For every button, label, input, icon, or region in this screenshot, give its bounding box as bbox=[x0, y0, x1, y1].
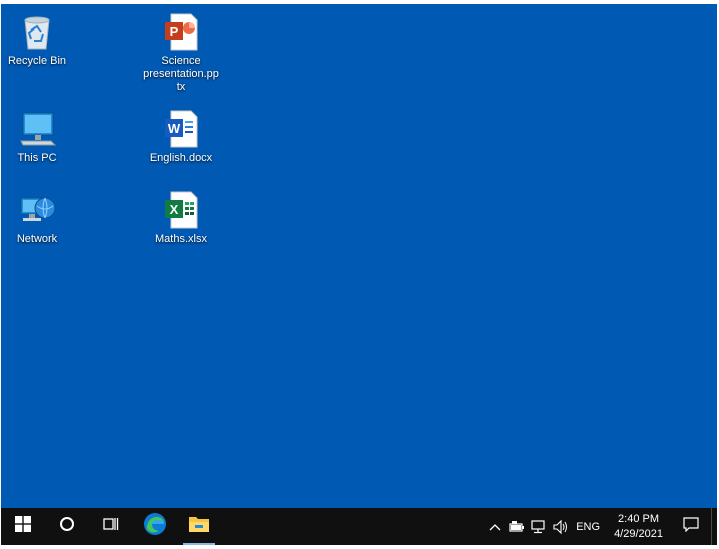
excel-file-icon: X bbox=[161, 190, 201, 230]
volume-icon[interactable] bbox=[550, 508, 572, 545]
desktop-icon-recycle-bin[interactable]: Recycle Bin bbox=[1, 12, 75, 68]
file-explorer-icon bbox=[188, 514, 210, 539]
file-explorer-taskbar-button[interactable] bbox=[177, 508, 221, 545]
desktop-icon-label: Maths.xlsx bbox=[155, 233, 207, 245]
windows-start-icon bbox=[15, 516, 31, 537]
desktop-icon-label: This PC bbox=[17, 152, 57, 164]
task-view-icon bbox=[103, 516, 119, 537]
desktop-icon-network[interactable]: Network bbox=[1, 190, 75, 246]
this-pc-icon bbox=[17, 109, 57, 149]
network-status-icon[interactable] bbox=[528, 508, 550, 545]
start-button[interactable] bbox=[1, 508, 45, 545]
recycle-bin-icon bbox=[17, 12, 57, 52]
desktop-icon-this-pc[interactable]: This PC bbox=[1, 109, 75, 165]
action-center-icon bbox=[683, 516, 699, 537]
desktop-icon-english-docx[interactable]: W English.docx bbox=[143, 109, 219, 165]
powerpoint-file-icon: P bbox=[161, 12, 201, 52]
action-center-button[interactable] bbox=[671, 508, 711, 545]
svg-text:W: W bbox=[168, 121, 181, 136]
system-tray: ENG 2:40 PM 4/29/2021 bbox=[484, 508, 717, 545]
battery-icon[interactable] bbox=[506, 508, 528, 545]
chevron-up-icon[interactable] bbox=[484, 508, 506, 545]
clock-date: 4/29/2021 bbox=[614, 527, 663, 540]
desktop-icon-label: Recycle Bin bbox=[7, 55, 67, 67]
svg-text:P: P bbox=[170, 24, 179, 39]
edge-taskbar-button[interactable] bbox=[133, 508, 177, 545]
clock[interactable]: 2:40 PM 4/29/2021 bbox=[606, 512, 671, 542]
edge-browser-icon bbox=[143, 512, 167, 541]
desktop-icon-label: English.docx bbox=[149, 152, 213, 164]
search-button[interactable] bbox=[45, 508, 89, 545]
language-indicator[interactable]: ENG bbox=[572, 521, 606, 533]
desktop-icon-maths-xlsx[interactable]: X Maths.xlsx bbox=[143, 190, 219, 246]
svg-text:X: X bbox=[170, 202, 179, 217]
show-desktop-button[interactable] bbox=[711, 508, 717, 545]
word-file-icon: W bbox=[161, 109, 201, 149]
desktop-icon-label: Network bbox=[16, 233, 58, 245]
search-circle-icon bbox=[59, 516, 75, 537]
taskbar: ENG 2:40 PM 4/29/2021 bbox=[1, 508, 717, 545]
desktop[interactable]: Recycle Bin This PC Network P Science pr… bbox=[1, 4, 717, 545]
clock-time: 2:40 PM bbox=[618, 512, 660, 525]
task-view-button[interactable] bbox=[89, 508, 133, 545]
desktop-icon-science-presentation[interactable]: P Science presentation.pptx bbox=[143, 12, 219, 94]
network-icon bbox=[17, 190, 57, 230]
desktop-icon-label: Science presentation.pptx bbox=[143, 55, 219, 93]
